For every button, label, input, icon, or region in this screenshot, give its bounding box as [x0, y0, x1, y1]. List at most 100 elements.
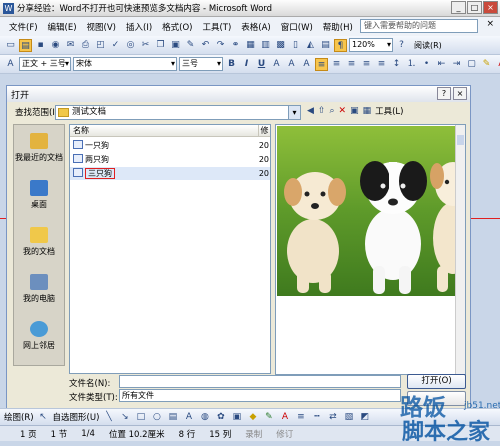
- mail-icon[interactable]: ✉: [64, 39, 77, 52]
- format-painter-icon[interactable]: ✎: [184, 39, 197, 52]
- file-name-input[interactable]: [119, 375, 401, 388]
- font-select[interactable]: 宋体: [73, 57, 177, 71]
- align-right-icon[interactable]: ≡: [345, 58, 358, 71]
- font-size-select[interactable]: 三号: [179, 57, 223, 71]
- copy-icon[interactable]: ❐: [154, 39, 167, 52]
- outside-border-icon[interactable]: ▢: [465, 58, 478, 71]
- textbox-icon[interactable]: ▤: [166, 411, 179, 424]
- place-recent[interactable]: 我最近的文档: [14, 133, 64, 163]
- italic-button[interactable]: I: [240, 58, 253, 71]
- align-center-icon[interactable]: ≡: [330, 58, 343, 71]
- bold-button[interactable]: B: [225, 58, 238, 71]
- increase-indent-icon[interactable]: ⇥: [450, 58, 463, 71]
- column-size-header[interactable]: 修: [258, 125, 270, 137]
- arrow-style-icon[interactable]: ⇄: [326, 411, 339, 424]
- close-button[interactable]: ×: [483, 1, 498, 14]
- style-select[interactable]: 正文 + 三号: [19, 57, 71, 71]
- chevron-down-icon[interactable]: ▾: [288, 106, 300, 119]
- menu-tools[interactable]: 工具(T): [197, 21, 236, 33]
- menu-edit[interactable]: 编辑(E): [43, 21, 82, 33]
- tools-menu[interactable]: 工具(L): [375, 105, 403, 117]
- shadow-icon[interactable]: ▧: [342, 411, 355, 424]
- dialog-close-button[interactable]: ×: [453, 87, 467, 100]
- doc-map-icon[interactable]: ▤: [319, 39, 332, 52]
- new-doc-icon[interactable]: ▭: [4, 39, 17, 52]
- arrow-icon[interactable]: ↘: [118, 411, 131, 424]
- spelling-icon[interactable]: ✓: [109, 39, 122, 52]
- diagram-icon[interactable]: ◍: [198, 411, 211, 424]
- line-icon[interactable]: ╲: [102, 411, 115, 424]
- menu-window[interactable]: 窗口(W): [276, 21, 318, 33]
- font-color-icon[interactable]: A: [495, 58, 500, 71]
- char-scale-icon[interactable]: A: [300, 58, 313, 71]
- place-network[interactable]: 网上邻居: [14, 321, 64, 351]
- hyperlink-icon[interactable]: ⚭: [229, 39, 242, 52]
- draw-font-color-icon[interactable]: A: [278, 411, 291, 424]
- menu-table[interactable]: 表格(A): [236, 21, 275, 33]
- decrease-indent-icon[interactable]: ⇤: [435, 58, 448, 71]
- file-row-selected[interactable]: 三只狗 20: [70, 167, 270, 180]
- zoom-select[interactable]: 120%: [349, 38, 393, 52]
- redo-icon[interactable]: ↷: [214, 39, 227, 52]
- insert-excel-icon[interactable]: ▩: [274, 39, 287, 52]
- picture-icon[interactable]: ▣: [230, 411, 243, 424]
- new-folder-icon[interactable]: ▣: [350, 106, 359, 116]
- highlight-icon[interactable]: ✎: [480, 58, 493, 71]
- place-desktop[interactable]: 桌面: [14, 180, 64, 210]
- cut-icon[interactable]: ✂: [139, 39, 152, 52]
- status-rec[interactable]: 录制: [245, 428, 262, 440]
- justify-icon[interactable]: ≡: [360, 58, 373, 71]
- underline-button[interactable]: U: [255, 58, 268, 71]
- numbering-icon[interactable]: ⒈: [405, 58, 418, 71]
- menu-file[interactable]: 文件(F): [4, 21, 43, 33]
- char-border-icon[interactable]: A: [270, 58, 283, 71]
- menu-help[interactable]: 帮助(H): [318, 21, 358, 33]
- draw-menu[interactable]: 绘图(R): [4, 411, 34, 423]
- line-spacing-icon[interactable]: ↕: [390, 58, 403, 71]
- 3d-icon[interactable]: ◩: [358, 411, 371, 424]
- save-icon[interactable]: ▪: [34, 39, 47, 52]
- help-icon[interactable]: ?: [395, 39, 408, 52]
- clipart-icon[interactable]: ✿: [214, 411, 227, 424]
- line-color-icon[interactable]: ✎: [262, 411, 275, 424]
- back-icon[interactable]: ◀: [307, 106, 314, 116]
- tables-borders-icon[interactable]: ▦: [244, 39, 257, 52]
- char-shading-icon[interactable]: A: [285, 58, 298, 71]
- help-search-input[interactable]: 键入需要帮助的问题: [360, 19, 478, 33]
- doc-close-icon[interactable]: ×: [486, 19, 494, 29]
- file-type-select[interactable]: 所有文件: [119, 389, 401, 402]
- views-icon[interactable]: ▦: [363, 106, 372, 116]
- minimize-button[interactable]: _: [451, 1, 466, 14]
- open-folder-icon[interactable]: ▤: [19, 38, 32, 52]
- up-folder-icon[interactable]: ⇧: [318, 106, 326, 116]
- rectangle-icon[interactable]: □: [134, 411, 147, 424]
- look-in-select[interactable]: 测试文档 ▾: [55, 105, 301, 120]
- distributed-icon[interactable]: ≡: [375, 58, 388, 71]
- undo-icon[interactable]: ↶: [199, 39, 212, 52]
- paste-icon[interactable]: ▣: [169, 39, 182, 52]
- open-button[interactable]: 打开(O): [407, 374, 466, 389]
- permission-icon[interactable]: ◉: [49, 39, 62, 52]
- print-preview-icon[interactable]: ◰: [94, 39, 107, 52]
- delete-icon[interactable]: ✕: [339, 106, 347, 116]
- align-left-icon[interactable]: ≡: [315, 57, 328, 71]
- styles-pane-icon[interactable]: A: [4, 58, 17, 71]
- read-mode-button[interactable]: 阅读(R): [414, 40, 442, 51]
- show-hide-icon[interactable]: ¶: [334, 38, 347, 52]
- line-style-icon[interactable]: ≡: [294, 411, 307, 424]
- oval-icon[interactable]: ○: [150, 411, 163, 424]
- menu-format[interactable]: 格式(O): [157, 21, 197, 33]
- columns-icon[interactable]: ▯: [289, 39, 302, 52]
- search-web-icon[interactable]: ⌕: [329, 106, 334, 116]
- research-icon[interactable]: ◎: [124, 39, 137, 52]
- insert-table-icon[interactable]: ▥: [259, 39, 272, 52]
- place-my-computer[interactable]: 我的电脑: [14, 274, 64, 304]
- fill-color-icon[interactable]: ◆: [246, 411, 259, 424]
- select-objects-icon[interactable]: ↖: [37, 411, 50, 424]
- print-icon[interactable]: ⎙: [79, 39, 92, 52]
- wordart-icon[interactable]: A: [182, 411, 195, 424]
- menu-view[interactable]: 视图(V): [82, 21, 121, 33]
- menu-insert[interactable]: 插入(I): [121, 21, 157, 33]
- dash-style-icon[interactable]: ┅: [310, 411, 323, 424]
- drawing-icon[interactable]: ◭: [304, 39, 317, 52]
